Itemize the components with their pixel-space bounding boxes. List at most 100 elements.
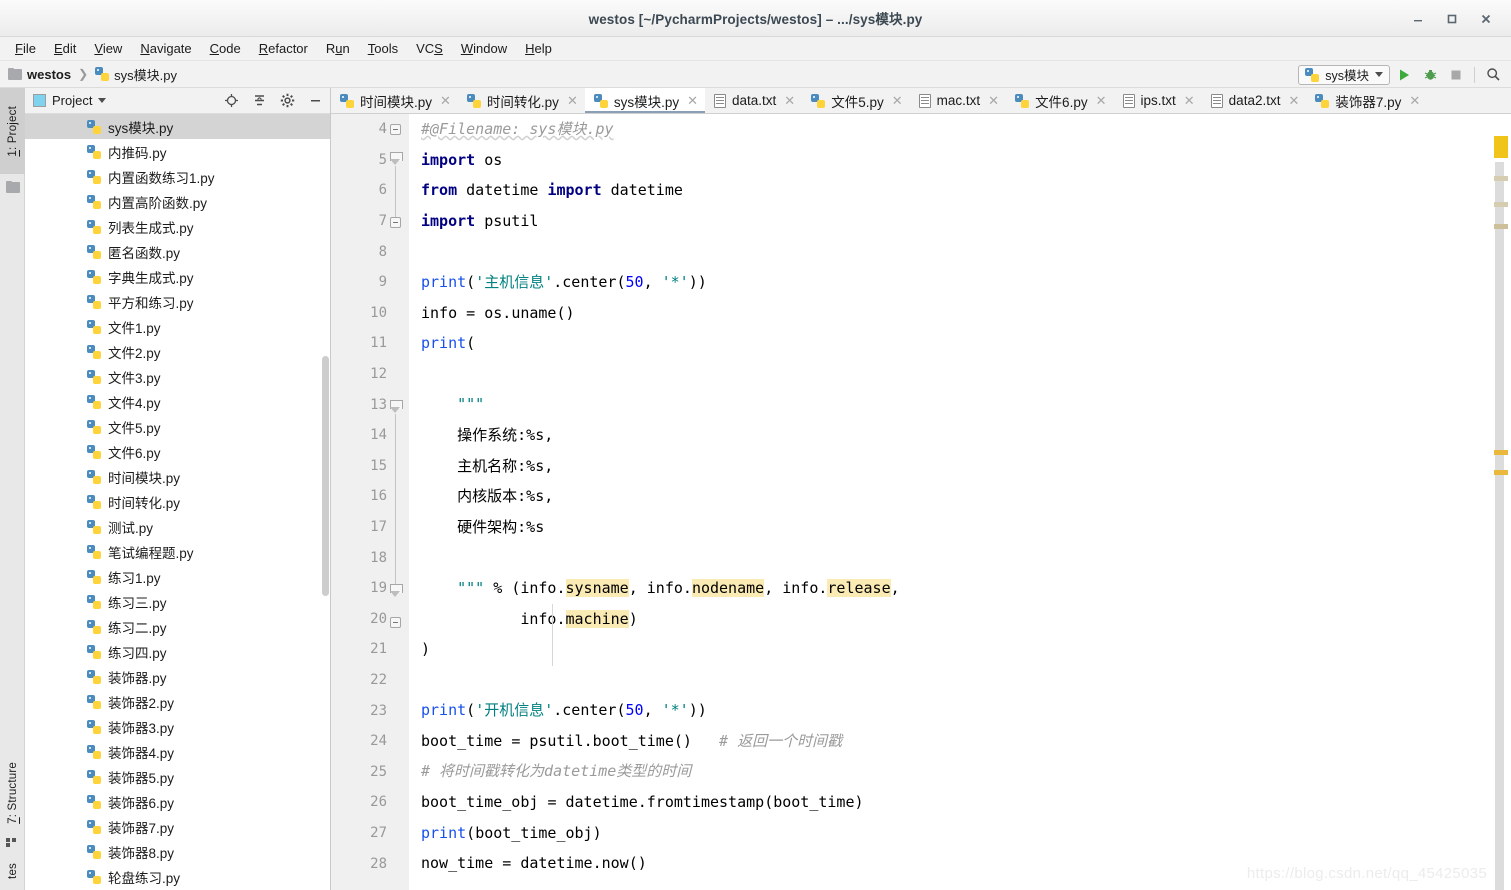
editor-tab[interactable]: ips.txt ✕ xyxy=(1114,88,1202,113)
code-line[interactable] xyxy=(421,359,1485,390)
file-tree-item[interactable]: 装饰器8.py xyxy=(25,839,330,864)
editor-tab[interactable]: 文件6.py ✕ xyxy=(1006,88,1113,113)
editor-tab[interactable]: 文件5.py ✕ xyxy=(802,88,909,113)
file-tree-item[interactable]: 内置函数练习1.py xyxy=(25,164,330,189)
code-line[interactable]: from datetime import datetime xyxy=(421,175,1485,206)
code-line[interactable]: """ % (info.sysname, info.nodename, info… xyxy=(421,573,1485,604)
fold-arrow-line-5[interactable] xyxy=(390,152,403,166)
marker-warning-weak-3[interactable] xyxy=(1494,224,1508,229)
marker-warning-weak-1[interactable] xyxy=(1494,176,1508,181)
file-tree-item[interactable]: 练习四.py xyxy=(25,639,330,664)
close-tab-icon[interactable]: ✕ xyxy=(1288,93,1299,109)
breadcrumb-file[interactable]: sys模块.py xyxy=(95,65,177,84)
code-line[interactable]: 内核版本:%s, xyxy=(421,481,1485,512)
file-tree-item[interactable]: 装饰器.py xyxy=(25,664,330,689)
file-tree-item[interactable]: 练习三.py xyxy=(25,589,330,614)
tool-tab-structure[interactable]: 7: Structure xyxy=(0,743,25,843)
file-tree-item[interactable]: 装饰器5.py xyxy=(25,764,330,789)
editor-tab[interactable]: sys模块.py ✕ xyxy=(584,88,706,113)
code-line[interactable] xyxy=(421,236,1485,267)
file-tree-item[interactable]: sys模块.py xyxy=(25,114,330,139)
file-tree-item[interactable]: 文件6.py xyxy=(25,439,330,464)
menu-code[interactable]: Code xyxy=(201,39,250,59)
breadcrumb-project[interactable]: westos xyxy=(8,67,71,82)
editor-tab[interactable]: mac.txt ✕ xyxy=(910,88,1006,113)
file-tree-item[interactable]: 文件3.py xyxy=(25,364,330,389)
editor-tab[interactable]: 装饰器7.py ✕ xyxy=(1306,88,1427,113)
editor-tab[interactable]: data.txt ✕ xyxy=(705,88,802,113)
close-tab-icon[interactable]: ✕ xyxy=(567,93,578,109)
editor-tab[interactable]: 时间模块.py ✕ xyxy=(331,88,458,113)
file-tree-item[interactable]: 装饰器7.py xyxy=(25,814,330,839)
fold-marker-line-7[interactable] xyxy=(390,217,401,228)
code-line[interactable]: import psutil xyxy=(421,206,1485,237)
menu-run[interactable]: Run xyxy=(317,39,359,59)
marker-warning-2[interactable] xyxy=(1494,470,1508,475)
maximize-icon[interactable] xyxy=(1435,4,1469,34)
code-line[interactable]: boot_time_obj = datetime.fromtimestamp(b… xyxy=(421,787,1485,818)
code-line[interactable]: now_time = datetime.now() xyxy=(421,848,1485,879)
scrollbar-thumb[interactable] xyxy=(1494,136,1508,158)
close-tab-icon[interactable]: ✕ xyxy=(687,93,698,109)
fold-marker-line-4[interactable] xyxy=(390,124,401,135)
file-tree-item[interactable]: 文件4.py xyxy=(25,389,330,414)
close-tab-icon[interactable]: ✕ xyxy=(440,93,451,109)
close-tab-icon[interactable]: ✕ xyxy=(1409,93,1420,109)
code-line[interactable]: info.machine) xyxy=(421,604,1485,635)
fold-column[interactable] xyxy=(387,114,409,890)
code-line[interactable]: import os xyxy=(421,145,1485,176)
file-tree-item[interactable]: 列表生成式.py xyxy=(25,214,330,239)
file-tree-item[interactable]: 内置高阶函数.py xyxy=(25,189,330,214)
locate-icon[interactable] xyxy=(220,90,242,112)
file-tree-item[interactable]: 文件2.py xyxy=(25,339,330,364)
file-tree-item[interactable]: 时间转化.py xyxy=(25,489,330,514)
code-line[interactable]: # 将时间戳转化为datetime类型的时间 xyxy=(421,756,1485,787)
menu-view[interactable]: View xyxy=(85,39,131,59)
code-line[interactable] xyxy=(421,542,1485,573)
close-tab-icon[interactable]: ✕ xyxy=(892,93,903,109)
code-line[interactable]: print(boot_time_obj) xyxy=(421,818,1485,849)
file-tree-item[interactable]: 装饰器6.py xyxy=(25,789,330,814)
menu-navigate[interactable]: Navigate xyxy=(131,39,200,59)
editor-marker-bar[interactable] xyxy=(1485,114,1511,890)
file-tree-item[interactable]: 轮盘练习.py xyxy=(25,864,330,889)
file-tree-item[interactable]: 笔试编程题.py xyxy=(25,539,330,564)
close-tab-icon[interactable]: ✕ xyxy=(1096,93,1107,109)
project-panel-scrollbar[interactable] xyxy=(322,356,329,596)
editor-tab[interactable]: 时间转化.py ✕ xyxy=(458,88,585,113)
marker-warning-weak-2[interactable] xyxy=(1494,202,1508,207)
run-icon[interactable] xyxy=(1392,64,1416,86)
code-line[interactable]: 操作系统:%s, xyxy=(421,420,1485,451)
menu-vcs[interactable]: VCS xyxy=(407,39,452,59)
fold-marker-line-20[interactable] xyxy=(390,617,401,628)
file-tree-item[interactable]: 匿名函数.py xyxy=(25,239,330,264)
file-tree-item[interactable]: 装饰器2.py xyxy=(25,689,330,714)
fold-arrow-line-19[interactable] xyxy=(390,584,403,598)
close-tab-icon[interactable]: ✕ xyxy=(784,93,795,109)
editor-scrollbar-track[interactable] xyxy=(1495,162,1504,890)
code-line[interactable]: 主机名称:%s, xyxy=(421,451,1485,482)
code-line[interactable]: boot_time = psutil.boot_time() # 返回一个时间戳 xyxy=(421,726,1485,757)
file-tree-item[interactable]: 文件1.py xyxy=(25,314,330,339)
hide-panel-icon[interactable] xyxy=(304,90,326,112)
file-tree-item[interactable]: 练习1.py xyxy=(25,564,330,589)
menu-file[interactable]: File xyxy=(6,39,45,59)
minimize-icon[interactable] xyxy=(1401,4,1435,34)
fold-arrow-line-13[interactable] xyxy=(390,400,403,414)
project-file-tree[interactable]: sys模块.py 内推码.py 内置函数练习1.py 内置高阶函数.py 列表生成式.p… xyxy=(25,114,330,890)
code-line[interactable]: print('主机信息'.center(50, '*')) xyxy=(421,267,1485,298)
file-tree-item[interactable]: 练习二.py xyxy=(25,614,330,639)
close-tab-icon[interactable]: ✕ xyxy=(1184,93,1195,109)
code-area[interactable]: #@Filename: sys模块.py import os from dateti… xyxy=(409,114,1485,890)
menu-tools[interactable]: Tools xyxy=(359,39,407,59)
file-tree-item[interactable]: 测试.py xyxy=(25,514,330,539)
search-icon[interactable] xyxy=(1481,64,1505,86)
menu-refactor[interactable]: Refactor xyxy=(250,39,317,59)
code-line[interactable]: print( xyxy=(421,328,1485,359)
editor-gutter[interactable]: 4 5 6 7 8 9 10 11 12 13 14 15 16 17 18 19 20 21 22 23 24 25 26… xyxy=(331,114,409,890)
menu-edit[interactable]: Edit xyxy=(45,39,85,59)
menu-help[interactable]: Help xyxy=(516,39,561,59)
file-tree-item[interactable]: 文件5.py xyxy=(25,414,330,439)
file-tree-item[interactable]: 装饰器4.py xyxy=(25,739,330,764)
code-line[interactable]: print('开机信息'.center(50, '*')) xyxy=(421,695,1485,726)
